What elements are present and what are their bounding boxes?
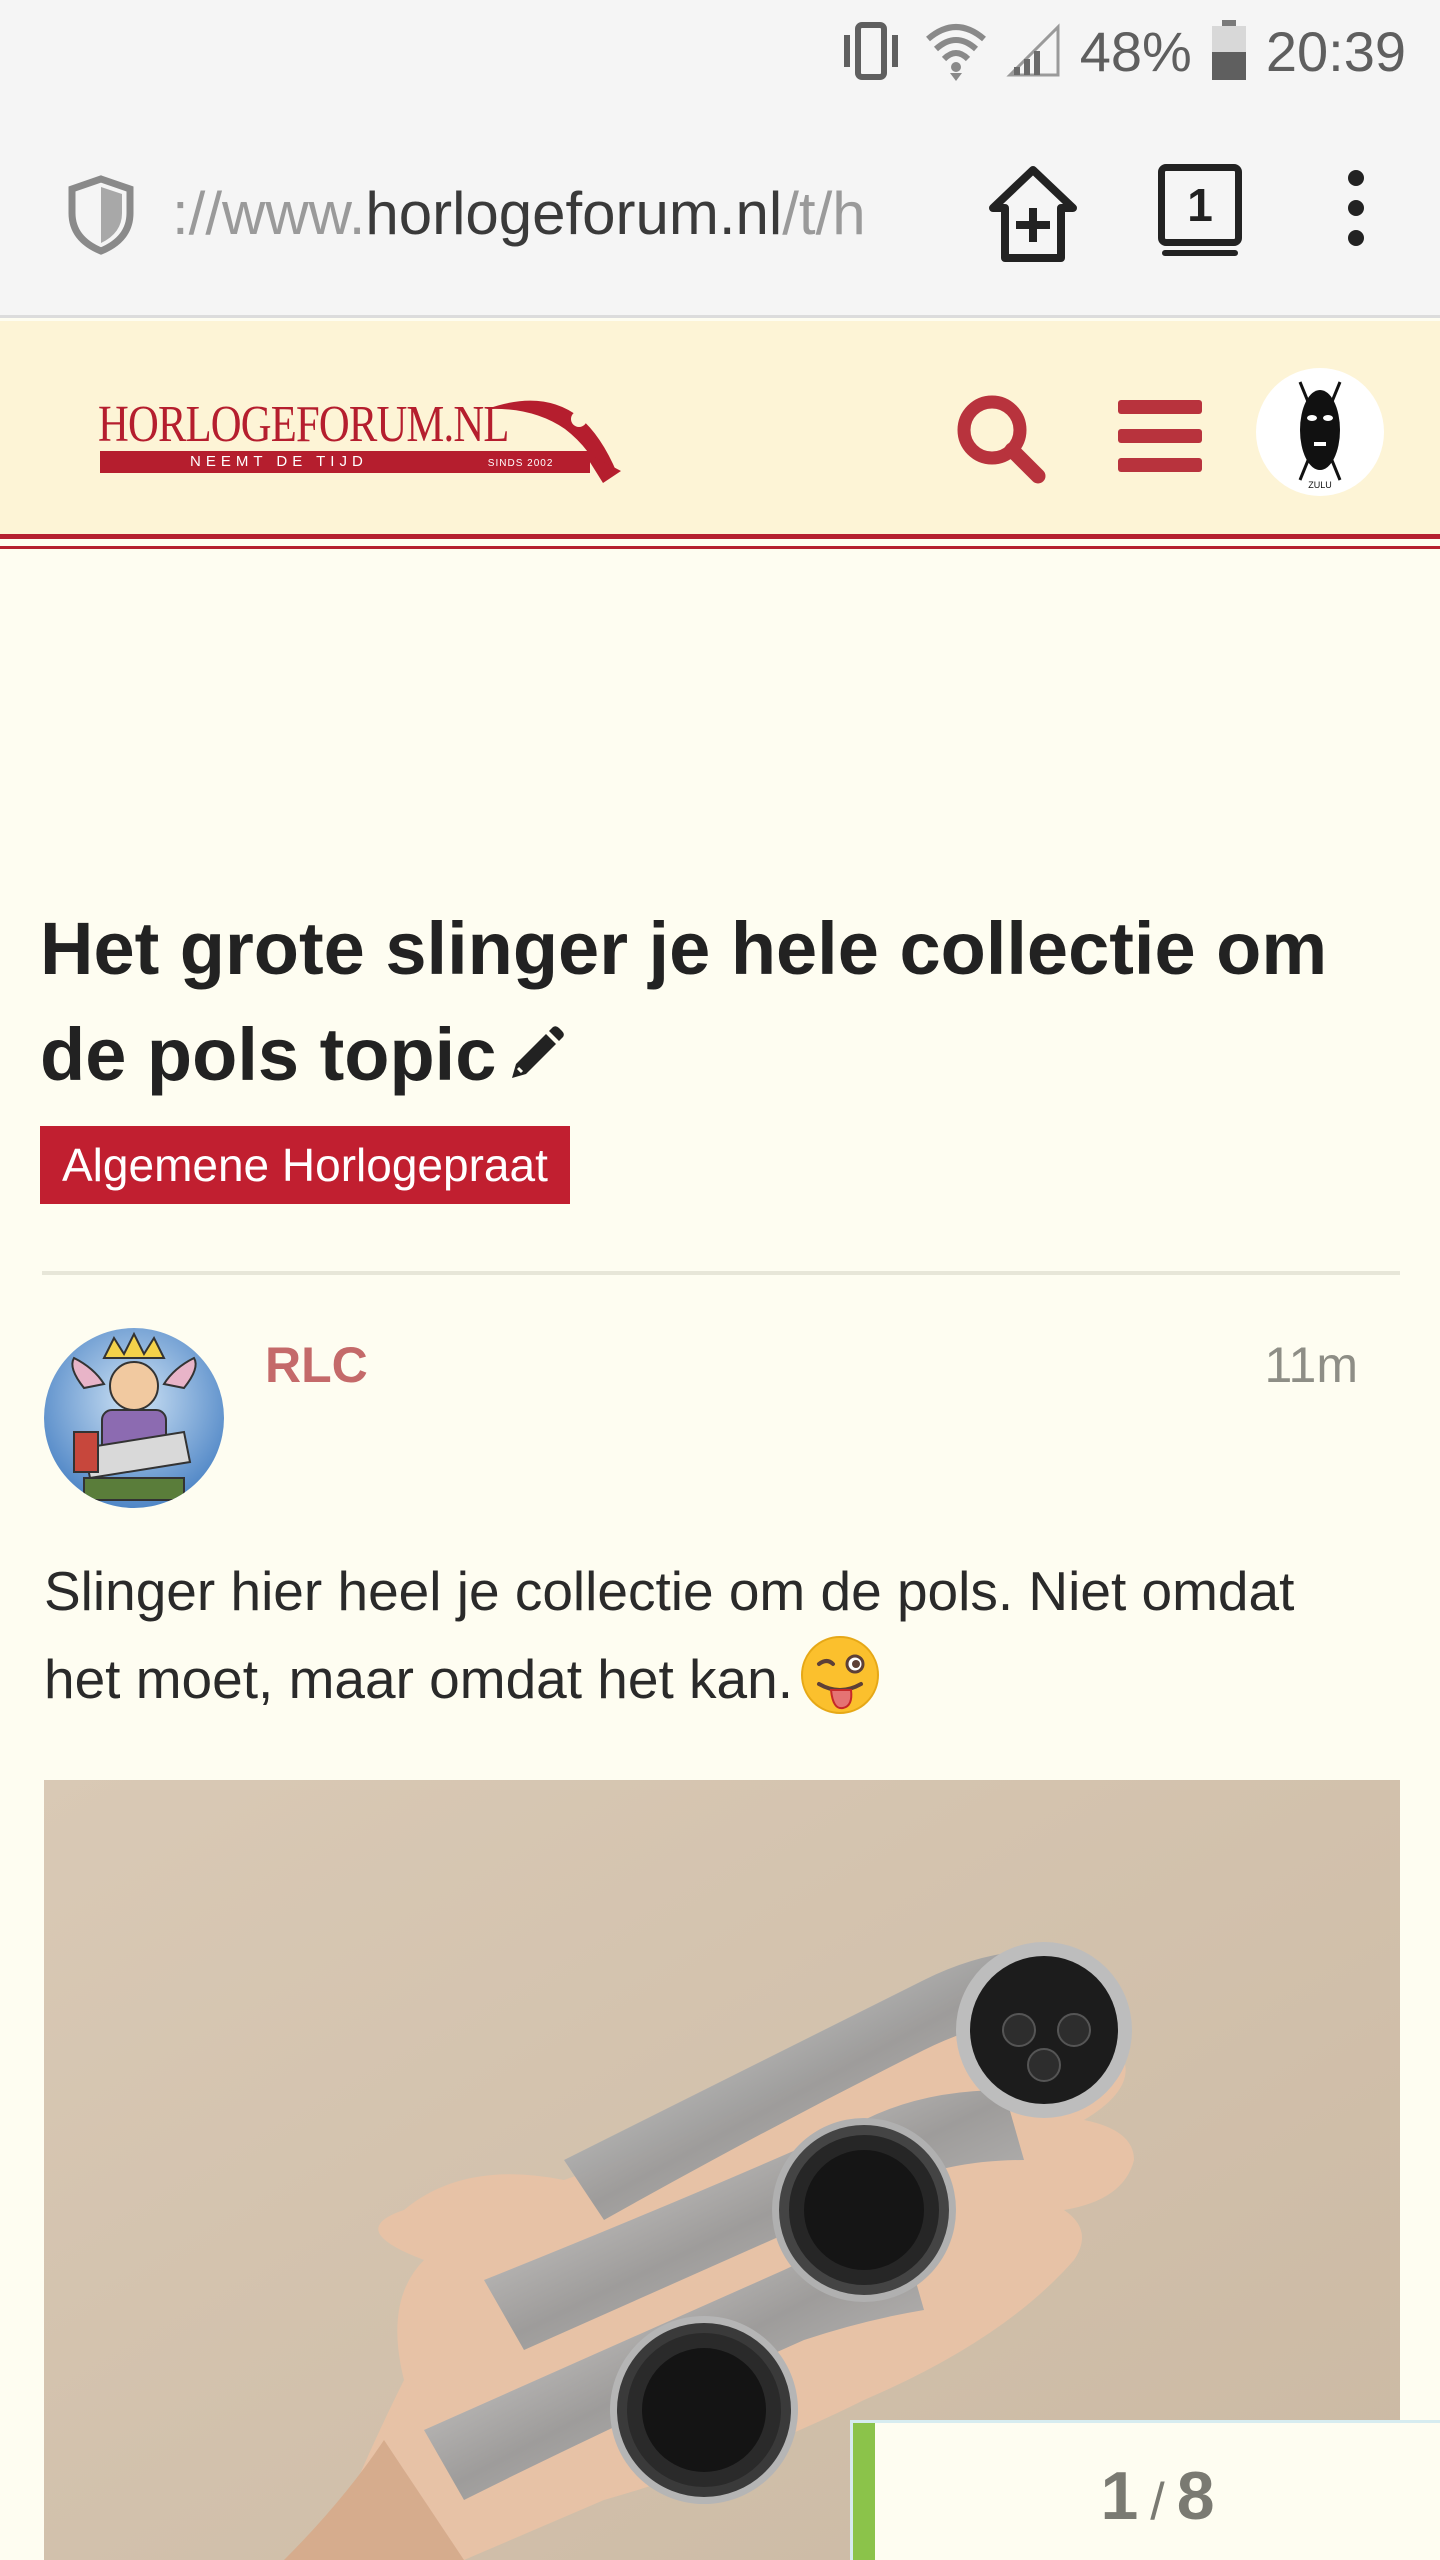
logo-swoosh-icon	[487, 400, 621, 483]
more-dot	[1348, 230, 1364, 246]
topic-title-text: Het grote slinger je hele collectie om d…	[40, 907, 1328, 1096]
status-bar: 48% 20:39	[0, 0, 1440, 100]
user-avatar[interactable]: ZULU	[1256, 368, 1384, 496]
header-rule	[0, 546, 1440, 549]
post-username[interactable]: RLC	[265, 1336, 368, 1394]
header-rule	[0, 534, 1440, 539]
post-author-avatar[interactable]	[44, 1328, 224, 1508]
tab-switcher-button[interactable]: 1	[1158, 164, 1242, 256]
divider	[42, 1271, 1400, 1275]
avatar-label: ZULU	[1308, 480, 1332, 490]
category-badge[interactable]: Algemene Horlogepraat	[40, 1126, 570, 1204]
post-body-text: Slinger hier heel je collectie om de pol…	[44, 1560, 1295, 1710]
cartoon-avatar-icon	[44, 1328, 224, 1508]
battery-icon	[1211, 20, 1246, 80]
progress-text: 1/8	[875, 2457, 1440, 2535]
winking-tongue-emoji-icon	[801, 1636, 879, 1714]
logo-tagline: NEEMT DE TIJD	[190, 453, 368, 470]
url-field[interactable]: ://www.horlogeforum.nl/t/h	[172, 172, 942, 256]
hamburger-menu-button[interactable]	[1118, 400, 1202, 472]
tab-switcher-underline	[1162, 250, 1238, 256]
pencil-icon[interactable]	[506, 1026, 565, 1084]
site-logo[interactable]: HORLOGEFORUM.NL NEEMT DE TIJD SINDS 2002	[98, 395, 623, 485]
post-timestamp[interactable]: 11m	[1264, 1336, 1358, 1394]
clock: 20:39	[1265, 19, 1406, 83]
tab-count: 1	[1158, 164, 1242, 246]
logo-title: HORLOGEFORUM.NL	[98, 396, 509, 453]
add-to-home-button[interactable]	[985, 162, 1081, 266]
browser-toolbar: ://www.horlogeforum.nl/t/h 1	[0, 100, 1440, 318]
wifi-icon	[925, 24, 986, 81]
more-dot	[1348, 200, 1364, 216]
menu-bar	[1118, 429, 1202, 443]
overflow-menu-button[interactable]	[1336, 170, 1376, 246]
topic-progress[interactable]: 1/8	[850, 2420, 1440, 2560]
menu-bar	[1118, 458, 1202, 472]
battery-percentage: 48%	[1079, 19, 1192, 83]
url-path: /t/h	[782, 180, 866, 247]
vibrate-icon	[843, 22, 898, 80]
shield-icon[interactable]	[66, 175, 136, 255]
url-fade	[860, 166, 950, 262]
url-prefix: ://www.	[172, 180, 366, 247]
progress-separator: /	[1150, 2473, 1165, 2531]
progress-current: 1	[1100, 2458, 1139, 2534]
progress-bar	[853, 2423, 875, 2560]
mask-icon: ZULU	[1298, 381, 1342, 490]
more-dot	[1348, 170, 1364, 186]
progress-total: 8	[1176, 2458, 1215, 2534]
signal-icon	[1006, 23, 1060, 77]
topic-title: Het grote slinger je hele collectie om d…	[40, 896, 1420, 1108]
menu-bar	[1118, 400, 1202, 414]
search-icon[interactable]	[952, 390, 1048, 486]
post-body: Slinger hier heel je collectie om de pol…	[44, 1548, 1384, 1722]
url-domain: horlogeforum.nl	[365, 180, 783, 247]
